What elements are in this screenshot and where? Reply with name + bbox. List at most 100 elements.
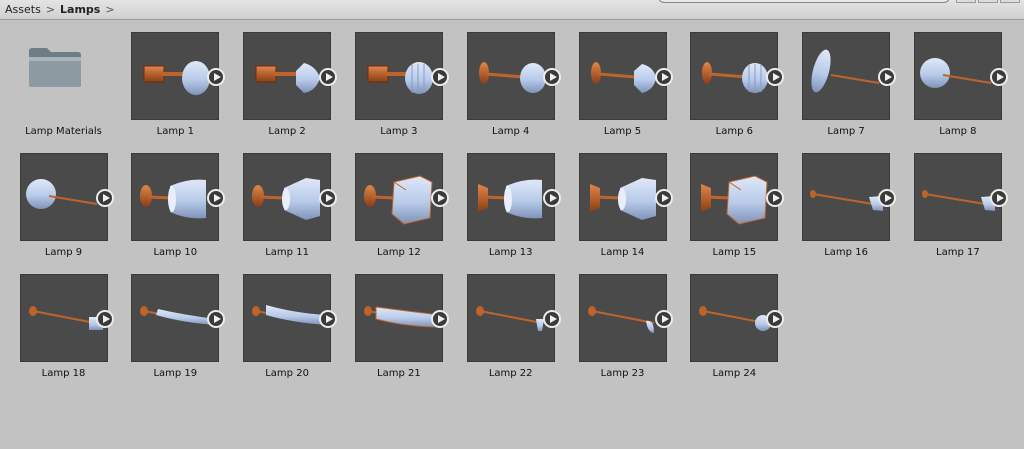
play-icon[interactable] <box>878 189 897 207</box>
asset-thumbnail <box>131 274 226 362</box>
asset-item[interactable]: Lamp 8 <box>903 21 1008 137</box>
asset-label: Lamp 10 <box>153 247 198 258</box>
asset-item[interactable]: Lamp 3 <box>344 21 449 137</box>
asset-label: Lamp 12 <box>377 247 421 258</box>
asset-thumbnail <box>466 274 561 362</box>
chevron-right-icon: > <box>105 3 115 16</box>
play-icon[interactable] <box>654 68 673 86</box>
breadcrumb-assets[interactable]: Assets <box>5 3 41 16</box>
asset-thumbnail <box>802 32 897 120</box>
play-icon[interactable] <box>319 310 338 328</box>
chevron-right-icon: > <box>45 3 56 16</box>
asset-label: Lamp 18 <box>41 368 86 379</box>
play-icon[interactable] <box>95 310 114 328</box>
asset-thumbnail <box>690 274 785 362</box>
play-icon[interactable] <box>430 189 449 207</box>
asset-item[interactable]: Lamp 21 <box>344 263 449 379</box>
asset-label: Lamp 20 <box>265 368 309 379</box>
asset-item[interactable]: Lamp 14 <box>568 142 673 258</box>
asset-thumbnail <box>131 32 226 120</box>
asset-label: Lamp Materials <box>25 126 102 137</box>
play-icon[interactable] <box>766 68 785 86</box>
asset-thumbnail <box>690 32 785 120</box>
asset-thumbnail <box>578 153 673 241</box>
favorite-button[interactable] <box>1000 0 1020 3</box>
label-button[interactable] <box>978 0 998 3</box>
asset-item[interactable]: Lamp 11 <box>232 142 338 258</box>
asset-thumbnail <box>578 274 673 362</box>
asset-label: Lamp 6 <box>715 126 753 137</box>
play-icon[interactable] <box>542 68 561 86</box>
asset-item[interactable]: Lamp 9 <box>9 142 114 258</box>
play-icon[interactable] <box>207 189 226 207</box>
asset-thumbnail <box>354 153 449 241</box>
play-icon[interactable] <box>989 189 1008 207</box>
play-icon[interactable] <box>542 310 561 328</box>
asset-thumbnail <box>578 32 673 120</box>
asset-item[interactable]: Lamp 20 <box>232 263 338 379</box>
asset-item[interactable]: Lamp 13 <box>456 142 561 258</box>
asset-label: Lamp 23 <box>600 368 645 379</box>
asset-item[interactable]: Lamp 2 <box>232 21 338 137</box>
play-icon[interactable] <box>878 68 897 86</box>
filter-button[interactable] <box>956 0 976 3</box>
asset-label: Lamp 1 <box>156 126 194 137</box>
play-icon[interactable] <box>654 310 673 328</box>
asset-label: Lamp 19 <box>153 368 198 379</box>
asset-label: Lamp 3 <box>380 126 418 137</box>
asset-item[interactable]: Lamp 7 <box>791 21 897 137</box>
asset-thumbnail <box>466 153 561 241</box>
asset-item[interactable]: Lamp 17 <box>903 142 1008 258</box>
asset-thumbnail <box>243 153 338 241</box>
asset-label: Lamp 16 <box>824 247 868 258</box>
asset-label: Lamp 8 <box>939 126 977 137</box>
asset-thumbnail <box>354 274 449 362</box>
asset-thumbnail <box>802 153 897 241</box>
search-input[interactable] <box>658 0 950 3</box>
play-icon[interactable] <box>989 68 1008 86</box>
play-icon[interactable] <box>95 189 114 207</box>
asset-item[interactable]: Lamp 12 <box>344 142 449 258</box>
asset-label: Lamp 9 <box>44 247 83 258</box>
asset-item[interactable]: Lamp 19 <box>120 263 226 379</box>
asset-item[interactable]: Lamp 5 <box>568 21 673 137</box>
asset-thumbnail <box>243 274 338 362</box>
play-icon[interactable] <box>542 189 561 207</box>
asset-label: Lamp 24 <box>712 368 757 379</box>
asset-item[interactable]: Lamp 15 <box>679 142 785 258</box>
asset-thumbnail <box>354 32 449 120</box>
breadcrumb-lamps[interactable]: Lamps <box>60 3 100 16</box>
play-icon[interactable] <box>319 68 338 86</box>
asset-item[interactable]: Lamp 23 <box>568 263 673 379</box>
asset-thumbnail <box>19 274 114 362</box>
asset-label: Lamp 13 <box>488 247 533 258</box>
play-icon[interactable] <box>430 68 449 86</box>
asset-item[interactable]: Lamp 10 <box>120 142 226 258</box>
play-icon[interactable] <box>207 310 226 328</box>
asset-item[interactable]: Lamp 1 <box>120 21 226 137</box>
asset-label: Lamp 14 <box>600 247 645 258</box>
play-icon[interactable] <box>319 189 338 207</box>
play-icon[interactable] <box>430 310 449 328</box>
play-icon[interactable] <box>654 189 673 207</box>
asset-item[interactable]: Lamp 22 <box>456 263 561 379</box>
play-icon[interactable] <box>766 310 785 328</box>
asset-label: Lamp 11 <box>265 247 309 258</box>
asset-label: Lamp 15 <box>712 247 757 258</box>
play-icon[interactable] <box>766 189 785 207</box>
asset-thumbnail <box>243 32 338 120</box>
asset-item[interactable]: Lamp 16 <box>791 142 897 258</box>
asset-item[interactable]: Lamp 6 <box>679 21 785 137</box>
asset-label: Lamp 22 <box>488 368 533 379</box>
asset-item[interactable]: Lamp 4 <box>456 21 561 137</box>
asset-thumbnail <box>690 153 785 241</box>
asset-item[interactable]: Lamp 18 <box>9 263 114 379</box>
breadcrumb-bar: Assets > Lamps > <box>0 0 1024 20</box>
asset-thumbnail <box>19 153 114 241</box>
play-icon[interactable] <box>207 68 226 86</box>
folder-item[interactable]: Lamp Materials <box>9 21 109 137</box>
asset-label: Lamp 5 <box>603 126 642 137</box>
asset-item[interactable]: Lamp 24 <box>679 263 785 379</box>
asset-thumbnail <box>913 153 1008 241</box>
asset-thumbnail <box>466 32 561 120</box>
